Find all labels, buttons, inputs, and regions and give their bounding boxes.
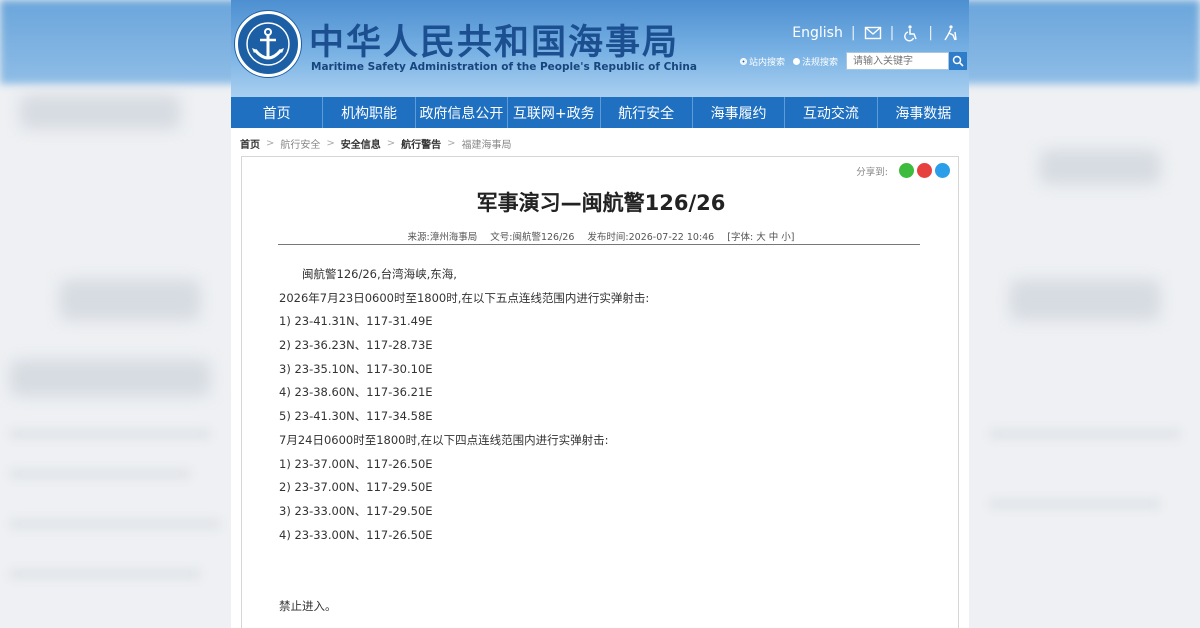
article-line: 1) 23-37.00N、117-26.50E [279,456,433,471]
nav-item-home[interactable]: 首页 [231,97,324,128]
mail-icon[interactable] [864,24,882,42]
search-option-site-label: 站内搜索 [748,57,785,68]
article-doc-number: 文号:闽航警126/26 [490,232,575,243]
article-line: 4) 23-38.60N、117-36.21E [279,385,433,400]
site-header: 中华人民共和国海事局 Maritime Safety Administratio… [231,0,969,97]
background-blur-block [20,95,180,129]
radio-unselected-icon [792,57,800,65]
background-blur-block [60,280,200,320]
article-line: 3) 23-33.00N、117-29.50E [279,503,433,518]
search-option-site[interactable]: 站内搜索 [739,55,785,68]
title-divider [278,244,920,245]
article-source: 来源:漳州海事局 [407,232,478,243]
font-size-switcher[interactable]: [字体: 大 中 小] [727,232,794,243]
background-blur-line [10,520,220,528]
radio-selected-icon [739,57,747,65]
article-body: 闽航警126/26,台湾海峡,东海, 2026年7月23日0600时至1800时… [279,263,919,613]
nav-item-nav-safety[interactable]: 航行安全 [601,97,693,128]
breadcrumb-separator: > [266,138,275,149]
article-line: 闽航警126/26,台湾海峡,东海, [302,267,457,281]
breadcrumb-separator: > [386,138,396,149]
article-line: 1) 23-41.31N、117-31.49E [279,314,433,329]
nav-item-data[interactable]: 海事数据 [878,97,969,128]
search-option-regulations-label: 法规搜索 [801,57,838,68]
breadcrumb-nav-safety[interactable]: 航行安全 [280,136,320,151]
article-line: 2) 23-36.23N、117-28.73E [279,338,433,353]
separator: | [889,25,895,41]
nav-item-gov-info[interactable]: 政府信息公开 [416,97,509,128]
article-closing: 禁止进入。 [279,599,337,613]
weibo-icon[interactable] [917,163,932,178]
search-icon [952,55,964,67]
nav-item-compliance[interactable]: 海事履约 [693,97,786,128]
article-line: 5) 23-41.30N、117-34.58E [279,409,433,424]
article-publish-time: 发布时间:2026-07-22 10:46 [587,232,715,243]
english-link[interactable]: English [792,25,843,41]
separator: | [850,25,856,41]
article-line: 2026年7月23日0600时至1800时,在以下五点连线范围内进行实弹射击: [279,290,650,305]
nav-item-functions[interactable]: 机构职能 [323,97,416,128]
main-page: 中华人民共和国海事局 Maritime Safety Administratio… [231,0,969,628]
main-nav: 首页 机构职能 政府信息公开 互联网+政务 航行安全 海事履约 互动交流 海事数… [231,97,969,128]
breadcrumb-nav-warnings[interactable]: 航行警告 [401,136,441,151]
article-panel: 分享到: 军事演习—闽航警126/26 来源:漳州海事局 文号:闽航警126/2… [241,156,959,628]
qq-icon[interactable] [935,163,950,178]
separator: | [928,25,933,41]
share-label: 分享到: [856,166,888,178]
anchor-emblem-icon[interactable] [235,11,301,77]
elder-mode-icon[interactable] [941,24,959,42]
background-blur-line [10,430,210,438]
nav-item-interaction[interactable]: 互动交流 [785,97,878,128]
background-blur-line [990,500,1160,508]
background-blur-line [10,470,190,478]
breadcrumb-separator: > [326,138,335,149]
breadcrumb-separator: > [447,138,456,149]
site-subtitle: Maritime Safety Administration of the Pe… [311,61,697,73]
breadcrumb-home[interactable]: 首页 [240,136,260,151]
search-option-regulations[interactable]: 法规搜索 [792,55,838,68]
wechat-icon[interactable] [899,163,914,178]
article-title: 军事演习—闽航警126/26 [476,191,726,215]
background-blur-block [10,360,210,396]
background-blur-block [1040,150,1160,184]
article-line: 3) 23-35.10N、117-30.10E [279,361,433,376]
search-button[interactable] [949,52,967,70]
article-line: 7月24日0600时至1800时,在以下四点连线范围内进行实弹射击: [279,432,609,447]
site-title[interactable]: 中华人民共和国海事局 [309,14,679,65]
background-blur-line [990,430,1180,438]
share-bar: 分享到: [856,163,950,178]
background-blur-block [1010,280,1160,320]
article-line: 2) 23-37.00N、117-29.50E [279,480,433,495]
utility-links: English | | | [792,24,959,42]
nav-item-e-gov[interactable]: 互联网+政务 [508,97,601,128]
breadcrumb-safety-info[interactable]: 安全信息 [341,136,381,151]
article-meta: 来源:漳州海事局 文号:闽航警126/26 发布时间:2026-07-22 10… [242,229,960,243]
article-line: 4) 23-33.00N、117-26.50E [279,527,433,542]
search-bar: 站内搜索 法规搜索 [739,52,967,70]
breadcrumb-fujian-msa[interactable]: 福建海事局 [462,136,512,151]
background-blur-line [10,570,200,578]
breadcrumb: 首页 > 航行安全 > 安全信息 > 航行警告 > 福建海事局 [240,136,512,151]
accessibility-icon[interactable] [902,24,920,42]
search-input[interactable] [846,52,949,70]
